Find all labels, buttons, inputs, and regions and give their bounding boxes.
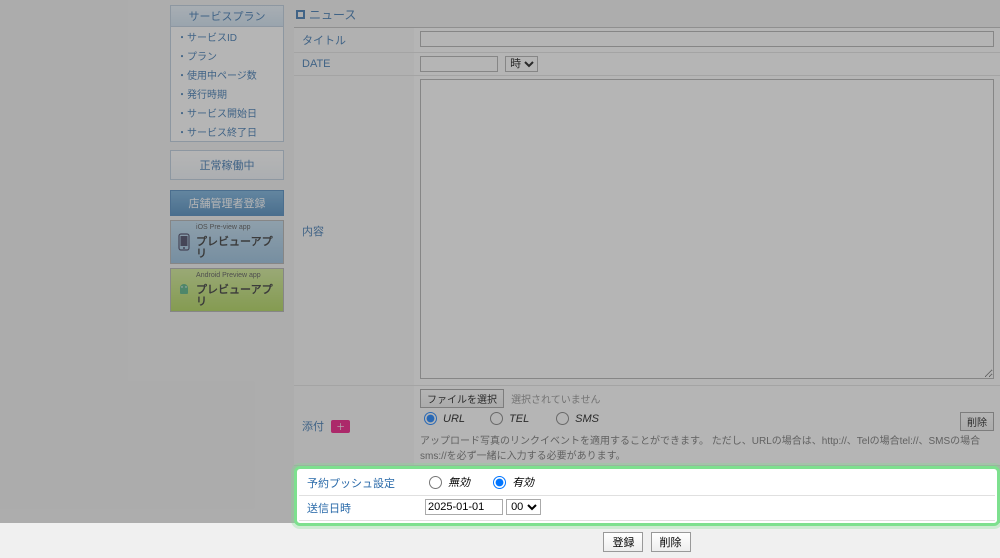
link-option-tel[interactable]: TEL — [490, 412, 539, 425]
section-title: ニュース — [294, 4, 1000, 28]
sidebar-item-pages[interactable]: 使用中ページ数 — [171, 65, 283, 84]
push-option-disable[interactable]: 無効 — [429, 474, 470, 490]
sidebar-item-plan[interactable]: プラン — [171, 46, 283, 65]
title-label: タイトル — [294, 28, 414, 53]
title-input[interactable] — [420, 31, 994, 47]
android-preview-button[interactable]: Android Preview app プレビューアプリ — [170, 268, 284, 312]
news-form: タイトル DATE 時 内容 — [294, 28, 1000, 466]
date-label: DATE — [294, 53, 414, 76]
service-plan-title: サービスプラン — [171, 6, 283, 27]
submit-button[interactable]: 登録 — [603, 532, 643, 552]
ios-preview-main: プレビューアプリ — [196, 232, 279, 260]
file-status-text: 選択されていません — [511, 395, 600, 406]
ios-preview-button[interactable]: iOS Pre-view app プレビューアプリ — [170, 220, 284, 264]
attach-add-badge[interactable]: ＋ — [331, 420, 350, 433]
date-hour-select[interactable]: 時 — [505, 56, 538, 72]
send-date-label: 送信日時 — [299, 496, 419, 521]
service-plan-panel: サービスプラン サービスID プラン 使用中ページ数 発行時期 サービス開始日 … — [170, 5, 284, 142]
sidebar-item-end[interactable]: サービス終了日 — [171, 122, 283, 141]
android-icon — [175, 280, 192, 300]
sidebar-item-service-id[interactable]: サービスID — [171, 27, 283, 46]
sidebar-item-issue[interactable]: 発行時期 — [171, 84, 283, 103]
send-hour-select[interactable]: 00 — [506, 499, 541, 515]
admin-register-button[interactable]: 店舗管理者登録 — [170, 190, 284, 216]
content-label: 内容 — [294, 76, 414, 386]
android-preview-main: プレビューアプリ — [196, 280, 279, 308]
content-textarea[interactable] — [420, 79, 994, 379]
attach-label: 添付 ＋ — [294, 386, 414, 466]
date-input[interactable] — [420, 56, 498, 72]
push-settings-panel: 予約プッシュ設定 無効 有効 送信日時 00 — [294, 466, 1000, 526]
sidebar-item-start[interactable]: サービス開始日 — [171, 103, 283, 122]
attach-delete-button[interactable]: 削除 — [960, 412, 994, 431]
ios-preview-sub: iOS Pre-view app — [196, 224, 279, 232]
footer-buttons: 登録 削除 — [294, 526, 1000, 558]
send-date-input[interactable] — [425, 499, 503, 515]
link-option-url[interactable]: URL — [424, 412, 473, 425]
push-option-enable[interactable]: 有効 — [493, 474, 534, 490]
phone-icon — [175, 232, 192, 252]
push-label: 予約プッシュ設定 — [299, 471, 419, 496]
status-button[interactable]: 正常稼働中 — [170, 150, 284, 180]
attach-hint: アップロード写真のリンクイベントを適用することができます。 ただし、URLの場合… — [420, 432, 994, 462]
android-preview-sub: Android Preview app — [196, 272, 279, 280]
delete-button[interactable]: 削除 — [651, 532, 691, 552]
square-icon — [296, 10, 305, 19]
section-title-text: ニュース — [309, 6, 356, 23]
sidebar: サービスプラン サービスID プラン 使用中ページ数 発行時期 サービス開始日 … — [170, 0, 284, 558]
link-option-sms[interactable]: SMS — [556, 412, 605, 425]
file-select-button[interactable]: ファイルを選択 — [420, 389, 504, 408]
main-area: ニュース タイトル DATE 時 内容 — [294, 0, 1000, 558]
